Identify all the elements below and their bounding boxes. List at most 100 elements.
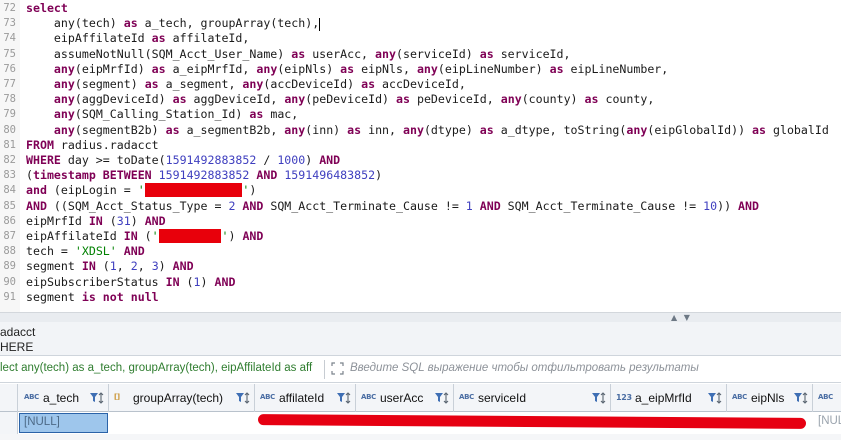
- sql-number: 10: [703, 198, 718, 213]
- row-number-cell[interactable]: [0, 412, 18, 434]
- text-cursor: |: [319, 18, 321, 32]
- line-number: 82: [3, 154, 16, 166]
- column-header-label: serviceId: [478, 391, 527, 405]
- sort-filter-icon[interactable]: [707, 391, 723, 405]
- sql-token: segment: [26, 259, 82, 274]
- cell-a-tech[interactable]: [NULL]: [19, 413, 108, 433]
- results-grid-header: ABC a_tech [] groupArray(tech) ABC affilateId…: [0, 384, 841, 412]
- sql-keyword: as: [347, 122, 362, 137]
- sql-token: day >= toDate(: [60, 153, 166, 167]
- code-line[interactable]: 72 select: [0, 1, 841, 16]
- code-text: any(aggDeviceId) as aggDeviceId, any(peD…: [26, 92, 654, 107]
- column-header-a-eipmrfid[interactable]: 123 a_eipMrfId: [611, 384, 727, 412]
- sql-keyword: AND: [479, 198, 501, 213]
- sql-keyword: IN: [165, 274, 180, 289]
- sql-keyword: any: [284, 122, 306, 137]
- column-header-useracc[interactable]: ABC userAcc: [356, 384, 454, 412]
- column-header-a-tech[interactable]: ABC a_tech: [19, 384, 109, 412]
- sql-editor[interactable]: 72 select 73 any(tech) as a_tech, groupArr…: [0, 0, 841, 312]
- code-line[interactable]: 85 AND ((SQM_Acct_Status_Type = 2 AND SQM…: [0, 199, 841, 214]
- code-line[interactable]: 83 (timestamp BETWEEN 1591492883852 AND 1…: [0, 168, 841, 183]
- code-line[interactable]: 78 any(aggDeviceId) as aggDeviceId, any(…: [0, 92, 841, 107]
- sql-token: aggDeviceId,: [186, 92, 285, 107]
- code-line[interactable]: 80 any(segmentB2b) as a_segmentB2b, any(…: [0, 123, 841, 138]
- sort-filter-icon[interactable]: [89, 391, 105, 405]
- sql-number: 1: [193, 274, 201, 289]
- sort-filter-icon[interactable]: [336, 391, 352, 405]
- line-number: 79: [3, 108, 16, 121]
- column-header-affilateid[interactable]: ABC affilateId: [255, 384, 356, 412]
- column-header-next[interactable]: ABC: [813, 384, 841, 412]
- string-type-icon: ABC: [732, 393, 747, 401]
- collapse-panel-icon[interactable]: ▲ ▼: [671, 313, 692, 322]
- column-header-grouparray-tech[interactable]: [] groupArray(tech): [109, 384, 255, 412]
- sql-keyword: AND: [319, 153, 341, 167]
- code-text: eipAffilateId as affilateId,: [26, 31, 249, 46]
- sql-token: (: [137, 229, 152, 243]
- sql-keyword: as: [396, 92, 410, 107]
- sql-keyword: any: [626, 122, 648, 137]
- sql-token: (eipLineNumber): [437, 61, 550, 76]
- code-line[interactable]: 73 any(tech) as a_tech, groupArray(tech)…: [0, 16, 841, 32]
- string-type-icon: ABC: [260, 393, 275, 401]
- sql-keyword: and: [26, 183, 47, 198]
- sql-token: (eipGlobalId)): [647, 122, 753, 137]
- sort-filter-icon[interactable]: [434, 391, 450, 405]
- code-text: any(eipMrfId) as a_eipMrfId, any(eipNls)…: [26, 62, 668, 77]
- code-line[interactable]: 79 any(SQM_Calling_Station_Id) as mac,: [0, 107, 841, 122]
- sql-token: (serviceId): [395, 46, 480, 61]
- code-line[interactable]: 82 WHERE day >= toDate(1591492883852 / 10…: [0, 153, 841, 168]
- line-number: 74: [3, 32, 16, 45]
- sort-filter-icon[interactable]: [235, 391, 251, 405]
- sql-token: a_tech, groupArray(tech),: [137, 16, 320, 31]
- code-line[interactable]: 75 assumeNotNull(SQM_Acct_User_Name) as …: [0, 47, 841, 62]
- sort-filter-icon[interactable]: [793, 391, 809, 405]
- array-type-icon: []: [114, 393, 120, 401]
- line-number: 90: [3, 275, 16, 288]
- result-tab-header[interactable]: adacct HERE: [0, 322, 841, 356]
- sql-number: 1: [109, 259, 117, 274]
- sql-keyword: any: [53, 61, 75, 76]
- sql-token: (peDeviceId): [305, 92, 397, 107]
- sql-number: 1: [465, 198, 473, 213]
- column-header-eipnls[interactable]: ABC eipNls: [727, 384, 813, 412]
- sort-filter-icon[interactable]: [591, 391, 607, 405]
- code-text: any(tech) as a_tech, groupArray(tech),|: [26, 16, 321, 32]
- filter-input[interactable]: Введите SQL выражение чтобы отфильтроват…: [350, 362, 699, 374]
- redacted-value: [158, 229, 222, 243]
- line-number: 88: [3, 245, 16, 258]
- line-number: 75: [3, 47, 16, 60]
- sql-keyword: as: [752, 122, 767, 137]
- code-line[interactable]: 77 any(segment) as a_segment, any(accDev…: [0, 77, 841, 92]
- table-row[interactable]: [NULL] [NUL: [0, 412, 841, 434]
- code-line[interactable]: 91 segment is not null: [0, 290, 841, 305]
- code-line[interactable]: 86 eipMrfId IN (31) AND: [0, 214, 841, 229]
- sql-token: eipAffilateId: [26, 229, 124, 243]
- code-line[interactable]: 89 segment IN (1, 2, 3) AND: [0, 259, 841, 274]
- sql-keyword: any: [375, 46, 396, 61]
- panel-splitter[interactable]: [0, 312, 841, 322]
- code-line[interactable]: 76 any(eipMrfId) as a_eipMrfId, any(eipN…: [0, 62, 841, 77]
- code-line[interactable]: 74 eipAffilateId as affilateId,: [0, 31, 841, 46]
- sql-keyword: AND: [242, 198, 264, 213]
- code-line[interactable]: 84 and (eipLogin = ' '): [0, 183, 841, 198]
- sql-number: 31: [116, 213, 131, 228]
- sql-token: radius.radacct: [53, 137, 159, 152]
- column-header-serviceid[interactable]: ABC serviceId: [454, 384, 611, 412]
- row-number-header[interactable]: [0, 384, 18, 412]
- code-line[interactable]: 88 tech = 'XDSL' AND: [0, 244, 841, 259]
- filter-expand-icon[interactable]: [331, 362, 344, 375]
- code-line[interactable]: 87 eipAffilateId IN (' ') AND: [0, 229, 841, 244]
- sql-keyword: as: [172, 92, 187, 107]
- sql-keyword: timestamp: [32, 168, 96, 183]
- cell-truncated[interactable]: [NUL: [818, 415, 841, 427]
- sql-string: ': [137, 183, 145, 198]
- sql-keyword: as: [479, 46, 494, 61]
- code-line[interactable]: 81 FROM radius.radacct: [0, 138, 841, 153]
- line-number: 76: [3, 62, 16, 75]
- code-line[interactable]: 90 eipSubscriberStatus IN (1) AND: [0, 275, 841, 290]
- sql-keyword: as: [291, 46, 306, 61]
